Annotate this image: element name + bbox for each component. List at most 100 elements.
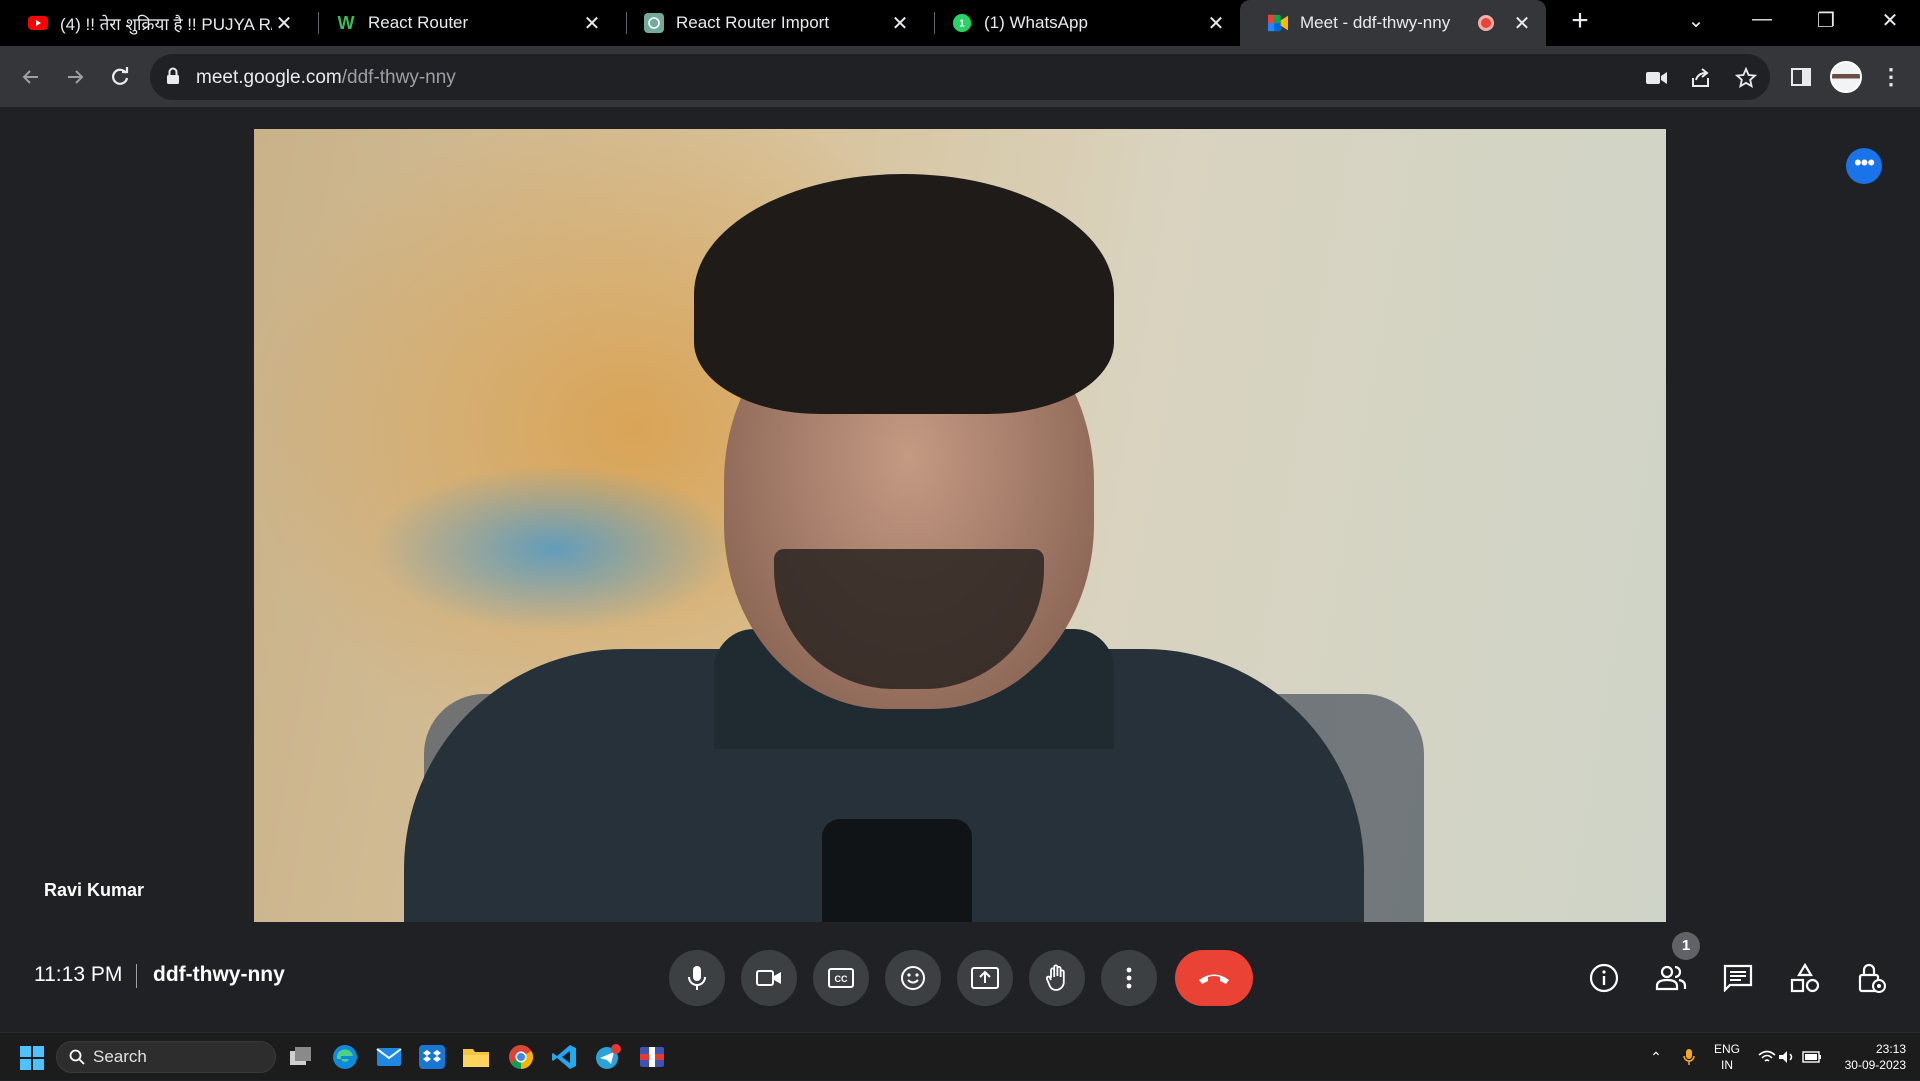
bookmark-star-icon[interactable]	[1733, 65, 1759, 91]
new-tab-button[interactable]: +	[1562, 4, 1598, 38]
profile-avatar[interactable]	[1829, 60, 1863, 94]
divider	[136, 964, 137, 988]
youtube-icon	[28, 13, 48, 33]
search-icon	[69, 1049, 85, 1065]
captions-button[interactable]: CC	[813, 950, 869, 1006]
camera-in-use-icon[interactable]	[1644, 65, 1670, 91]
tab-meet[interactable]: Meet - ddf-thwy-nny ✕	[1240, 0, 1546, 46]
microphone-icon	[688, 966, 706, 990]
chat-icon	[1723, 964, 1753, 992]
tab-title: Meet - ddf-thwy-nny	[1300, 13, 1451, 32]
close-icon[interactable]: ✕	[1204, 11, 1228, 36]
flag-app-icon[interactable]	[638, 1043, 666, 1071]
people-icon	[1655, 965, 1687, 991]
host-controls-button[interactable]	[1850, 956, 1894, 1000]
present-icon	[971, 967, 999, 989]
language-code: ENG	[1713, 1042, 1740, 1056]
taskbar-search[interactable]: Search	[56, 1041, 276, 1073]
volume-icon[interactable]	[1776, 1033, 1798, 1081]
share-icon[interactable]	[1688, 65, 1714, 91]
back-icon[interactable]	[14, 60, 48, 94]
tab-title: React Router Import	[676, 13, 830, 32]
chrome-icon[interactable]	[507, 1043, 535, 1071]
meet-stage: Ravi Kumar ••• 11:13 PM ddf-thwy-nny CC …	[0, 108, 1920, 1032]
tab-search-icon[interactable]: ⌄	[1676, 8, 1716, 33]
people-count-badge: 1	[1672, 932, 1700, 960]
whatsapp-icon: 1	[952, 13, 972, 33]
close-icon[interactable]: ✕	[272, 11, 296, 36]
svg-text:CC: CC	[835, 974, 848, 984]
camera-button[interactable]	[741, 950, 797, 1006]
windows-taskbar: Search ⌃ ENG IN 23:13 30-09-2023	[0, 1032, 1920, 1080]
more-vert-button[interactable]	[1101, 950, 1157, 1006]
vscode-icon[interactable]	[550, 1043, 578, 1071]
raise-hand-icon	[1045, 964, 1065, 991]
reload-icon[interactable]	[103, 60, 137, 94]
file-explorer-icon[interactable]	[462, 1043, 490, 1071]
participant-video[interactable]	[254, 129, 1666, 922]
tab-title: (4) !! तेरा शुक्रिया है !! PUJYA R/	[60, 14, 272, 34]
more-options-button[interactable]: •••	[1846, 148, 1882, 184]
region-code: IN	[1721, 1058, 1733, 1072]
url-domain: meet.google.com	[196, 67, 342, 88]
meeting-info-button[interactable]	[1582, 956, 1626, 1000]
participant-name: Ravi Kumar	[44, 880, 145, 900]
wifi-icon[interactable]	[1756, 1033, 1778, 1081]
end-call-icon	[1199, 974, 1229, 984]
info-icon	[1589, 963, 1619, 993]
tab-title: React Router	[368, 13, 469, 32]
meeting-clock: 11:13 PM	[34, 963, 123, 986]
taskbar-search-label: Search	[93, 1047, 147, 1066]
language-indicator[interactable]: ENG IN	[1712, 1041, 1742, 1073]
url-text: meet.google.com/ddf-thwy-nny	[196, 67, 456, 89]
leave-call-button[interactable]	[1175, 950, 1253, 1006]
video-phone	[822, 819, 972, 922]
minimize-icon[interactable]: —	[1742, 8, 1782, 31]
restore-icon[interactable]: ❐	[1806, 8, 1846, 33]
window-close-icon[interactable]: ✕	[1870, 8, 1910, 33]
meeting-code: ddf-thwy-nny	[153, 963, 285, 986]
svg-text:1: 1	[959, 19, 965, 30]
edge-icon[interactable]	[331, 1043, 359, 1071]
forward-icon[interactable]	[58, 60, 92, 94]
present-button[interactable]	[957, 950, 1013, 1006]
battery-icon[interactable]	[1800, 1033, 1824, 1081]
show-hidden-icons-icon[interactable]: ⌃	[1646, 1033, 1666, 1081]
close-icon[interactable]: ✕	[580, 11, 604, 36]
dropbox-icon[interactable]	[418, 1043, 446, 1071]
close-icon[interactable]: ✕	[1510, 11, 1534, 36]
tab-react-router-import[interactable]: React Router Import ✕	[616, 0, 924, 46]
tab-youtube[interactable]: (4) !! तेरा शुक्रिया है !! PUJYA R/ ✕	[0, 0, 308, 46]
w-logo-icon: W	[337, 12, 355, 33]
address-bar[interactable]: meet.google.com/ddf-thwy-nny	[150, 54, 1770, 100]
activities-button[interactable]	[1783, 956, 1827, 1000]
browser-menu-icon[interactable]: ⋮	[1874, 60, 1908, 94]
video-person-hair	[694, 174, 1114, 414]
microphone-tray-icon[interactable]	[1678, 1033, 1700, 1081]
tab-whatsapp[interactable]: 1 (1) WhatsApp ✕	[924, 0, 1240, 46]
taskbar-time: 23:13	[1875, 1042, 1906, 1056]
side-panel-icon[interactable]	[1784, 60, 1818, 94]
emoji-icon	[901, 966, 925, 990]
raise-hand-button[interactable]	[1029, 950, 1085, 1006]
tab-strip: (4) !! तेरा शुक्रिया है !! PUJYA R/ ✕ W …	[0, 0, 1920, 46]
close-icon[interactable]: ✕	[888, 11, 912, 36]
windows-start-icon[interactable]	[20, 1046, 44, 1070]
lock-icon[interactable]	[166, 67, 180, 90]
taskbar-clock[interactable]: 23:13 30-09-2023	[1832, 1041, 1906, 1073]
task-view-icon[interactable]	[287, 1043, 315, 1071]
browser-toolbar: meet.google.com/ddf-thwy-nny ⋮	[0, 46, 1920, 108]
chatgpt-icon	[644, 13, 664, 33]
host-controls-icon	[1858, 963, 1886, 993]
chat-button[interactable]	[1716, 956, 1760, 1000]
url-path: /ddf-thwy-nny	[341, 67, 456, 88]
google-meet-icon	[1268, 13, 1288, 33]
mail-icon[interactable]	[375, 1043, 403, 1071]
activities-icon	[1790, 963, 1820, 993]
emoji-button[interactable]	[885, 950, 941, 1006]
avatar	[1830, 61, 1862, 93]
telegram-icon[interactable]	[594, 1043, 622, 1071]
microphone-button[interactable]	[669, 950, 725, 1006]
people-button[interactable]	[1649, 956, 1693, 1000]
tab-react-router[interactable]: W React Router ✕	[308, 0, 616, 46]
